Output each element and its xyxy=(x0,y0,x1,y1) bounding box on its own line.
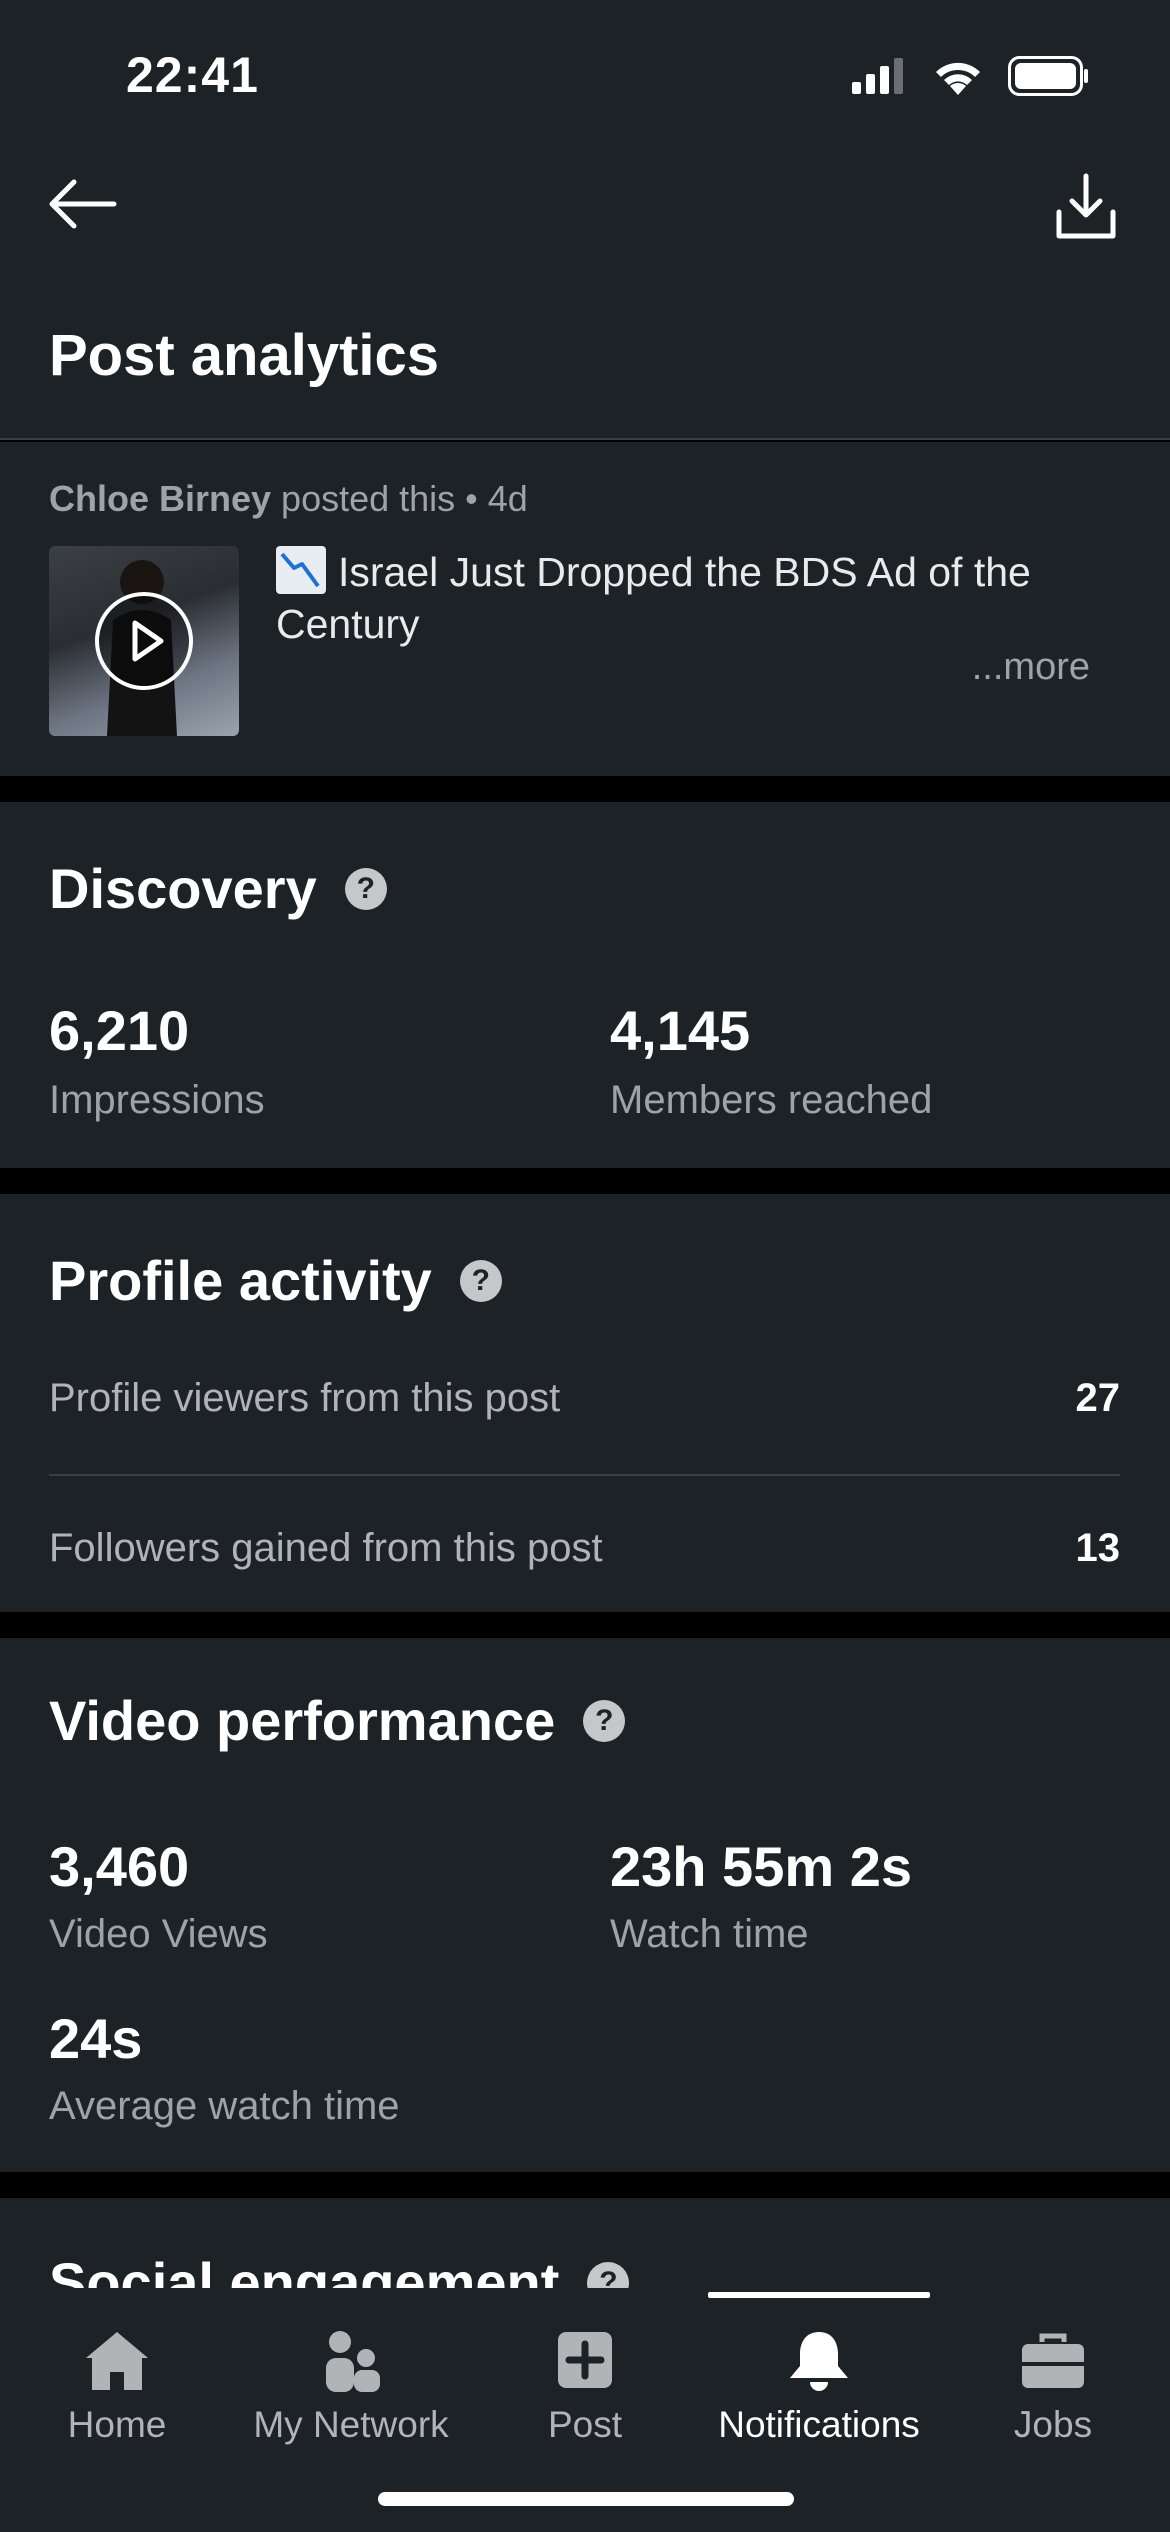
briefcase-icon xyxy=(1022,2333,1084,2388)
post-analytics-screen: 22:41 Post analytics Chloe Birney posted… xyxy=(0,0,1170,2532)
battery-icon xyxy=(1008,56,1088,96)
nav-post[interactable]: Post xyxy=(468,2288,702,2445)
video-performance-title: Video performance ? xyxy=(49,1688,626,1753)
members-reached-value: 4,145 xyxy=(610,999,751,1062)
signal-icon xyxy=(852,58,903,94)
play-icon[interactable] xyxy=(95,592,193,690)
nav-home-label: Home xyxy=(67,2404,167,2445)
bell-icon xyxy=(790,2332,848,2391)
home-indicator[interactable] xyxy=(378,2492,794,2506)
nav-post-label: Post xyxy=(547,2404,623,2445)
profile-activity-title: Profile activity ? xyxy=(49,1248,502,1313)
impressions-value: 6,210 xyxy=(49,999,190,1062)
page-title: Post analytics xyxy=(49,323,440,388)
discovery-card: Discovery ? 6,210 Impressions 4,145 Memb… xyxy=(0,802,1170,1168)
post-author[interactable]: Chloe Birney xyxy=(49,478,271,519)
chart-decreasing-icon xyxy=(276,546,326,594)
download-icon[interactable] xyxy=(1054,172,1118,242)
nav-notifications-label: Notifications xyxy=(718,2404,920,2445)
help-icon[interactable]: ? xyxy=(344,867,387,910)
post-meta: posted this • 4d xyxy=(271,478,528,519)
status-icons xyxy=(852,56,1090,96)
header: Post analytics xyxy=(0,150,1170,440)
row-divider xyxy=(49,1474,1120,1476)
network-icon xyxy=(326,2331,380,2392)
post-title[interactable]: Israel Just Dropped the BDS Ad of the Ce… xyxy=(276,546,1096,650)
followers-gained-label[interactable]: Followers gained from this post xyxy=(49,1526,603,1571)
nav-notifications[interactable]: Notifications xyxy=(702,2288,936,2445)
impressions-label: Impressions xyxy=(49,1078,265,1122)
profile-viewers-label[interactable]: Profile viewers from this post xyxy=(49,1376,560,1421)
video-views-value: 3,460 xyxy=(49,1835,190,1898)
see-more-link[interactable]: ...more xyxy=(972,646,1090,689)
discovery-title-text: Discovery xyxy=(49,857,317,920)
discovery-title: Discovery ? xyxy=(49,856,387,921)
home-icon xyxy=(86,2332,148,2390)
post-summary[interactable]: Chloe Birney posted this • 4d Israel Jus… xyxy=(0,442,1170,776)
video-views-label: Video Views xyxy=(49,1912,268,1956)
nav-home[interactable]: Home xyxy=(0,2288,234,2445)
status-time: 22:41 xyxy=(126,47,259,103)
avg-watch-time-value: 24s xyxy=(49,2007,143,2070)
avg-watch-time-label: Average watch time xyxy=(49,2084,400,2128)
profile-activity-title-text: Profile activity xyxy=(49,1249,432,1312)
post-icon xyxy=(558,2332,612,2388)
back-arrow-icon[interactable] xyxy=(44,174,120,234)
watch-time-label: Watch time xyxy=(610,1912,809,1956)
profile-activity-card: Profile activity ? Profile viewers from … xyxy=(0,1194,1170,1612)
post-byline: Chloe Birney posted this • 4d xyxy=(49,478,528,520)
nav-my-network-label: My Network xyxy=(253,2404,449,2445)
wifi-icon xyxy=(936,62,980,95)
post-title-text: Israel Just Dropped the BDS Ad of the Ce… xyxy=(276,549,1031,647)
members-reached-label: Members reached xyxy=(610,1078,933,1122)
status-bar: 22:41 xyxy=(0,0,1170,150)
video-performance-title-text: Video performance xyxy=(49,1689,556,1752)
video-thumbnail[interactable] xyxy=(49,546,239,736)
followers-gained-value: 13 xyxy=(1075,1526,1121,1570)
profile-viewers-value: 27 xyxy=(1075,1376,1121,1420)
nav-jobs[interactable]: Jobs xyxy=(936,2288,1170,2445)
video-performance-card: Video performance ? 3,460 Video Views 23… xyxy=(0,1638,1170,2172)
nav-my-network[interactable]: My Network xyxy=(234,2288,468,2445)
help-icon[interactable]: ? xyxy=(583,1699,626,1742)
active-tab-indicator xyxy=(708,2292,930,2298)
nav-jobs-label: Jobs xyxy=(1013,2404,1093,2445)
help-icon[interactable]: ? xyxy=(459,1259,502,1302)
watch-time-value: 23h 55m 2s xyxy=(610,1835,912,1898)
